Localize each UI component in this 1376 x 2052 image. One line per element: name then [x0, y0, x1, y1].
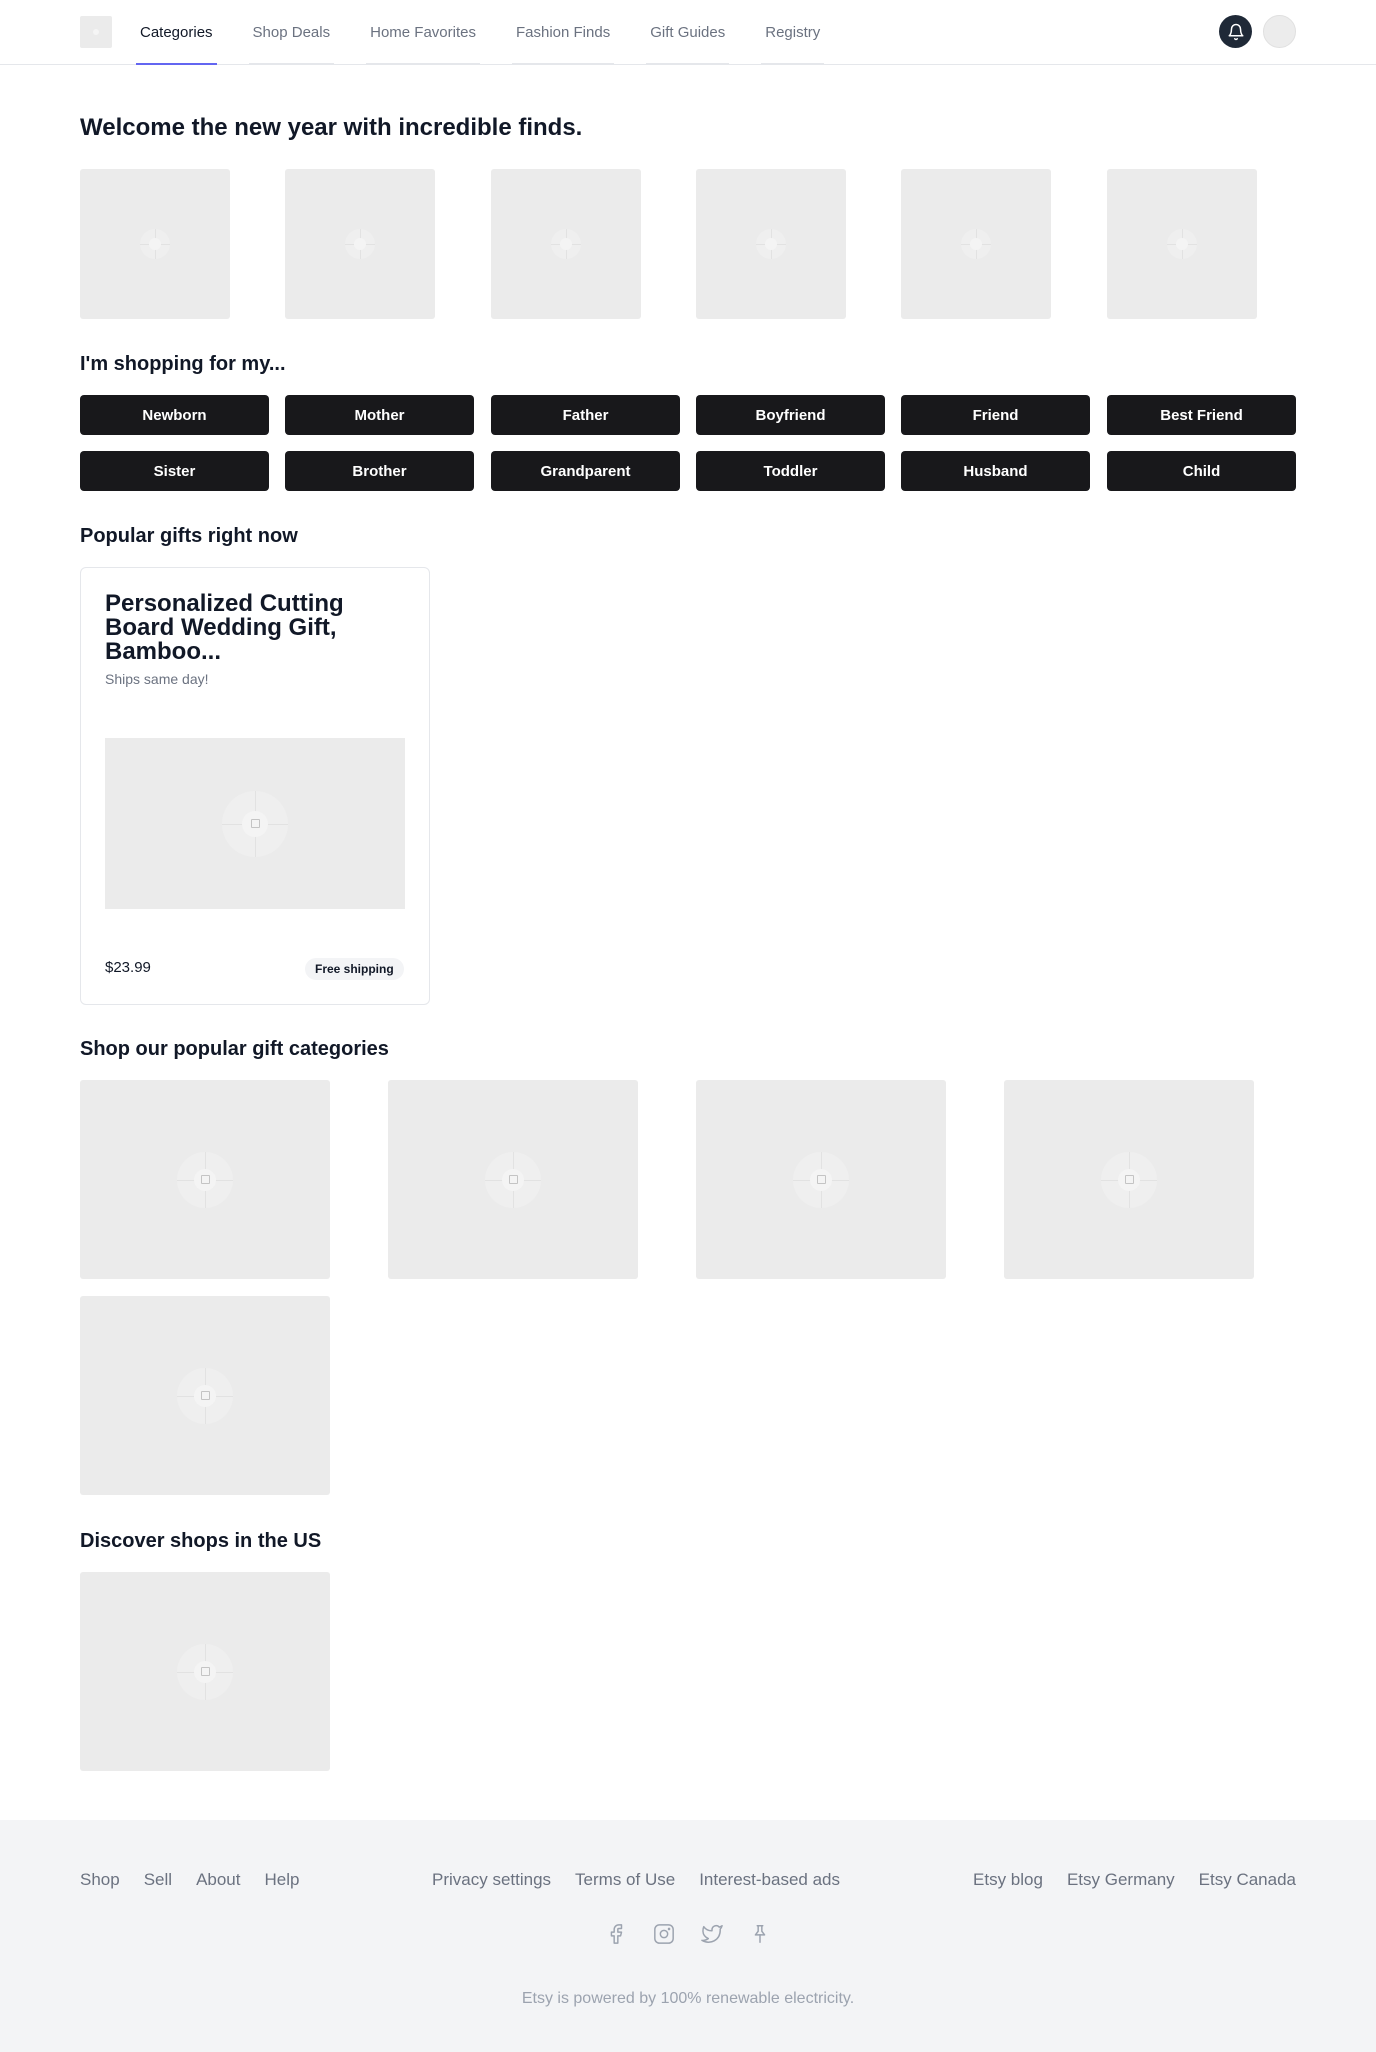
tab-registry[interactable]: Registry: [761, 0, 825, 65]
featured-tile[interactable]: [696, 169, 846, 319]
shopping-for-title: I'm shopping for my...: [80, 353, 286, 375]
gift-category-tile[interactable]: [388, 1080, 638, 1279]
placeholder-center: [194, 1168, 216, 1191]
featured-tile[interactable]: [901, 169, 1051, 319]
recipient-button-husband[interactable]: Husband: [901, 451, 1090, 491]
product-subtitle: Ships same day!: [105, 671, 209, 687]
tab-shop-deals[interactable]: Shop Deals: [248, 0, 335, 65]
footer-links-right: Etsy blog Etsy Germany Etsy Canada: [973, 1870, 1296, 1890]
recipient-button-sister[interactable]: Sister: [80, 451, 269, 491]
gift-categories-title: Shop our popular gift categories: [80, 1038, 389, 1060]
instagram-icon: [654, 1924, 674, 1944]
recipient-button-child[interactable]: Child: [1107, 451, 1296, 491]
image-icon: [200, 1175, 210, 1184]
footer-link-privacy-settings[interactable]: Privacy settings: [432, 1870, 551, 1890]
logo-mark: [93, 29, 99, 35]
image-icon: [200, 1667, 210, 1676]
image-icon: [1124, 1175, 1134, 1184]
placeholder-center: [194, 1660, 216, 1683]
recipient-button-father[interactable]: Father: [491, 395, 680, 435]
recipient-button-brother[interactable]: Brother: [285, 451, 474, 491]
placeholder-center: [242, 810, 268, 837]
placeholder-center: [502, 1168, 524, 1191]
image-icon: [508, 1175, 518, 1184]
recipient-button-boyfriend[interactable]: Boyfriend: [696, 395, 885, 435]
image-icon: [816, 1175, 826, 1184]
footer-link-terms-of-use[interactable]: Terms of Use: [575, 1870, 675, 1890]
footer: Shop Sell About Help Privacy settings Te…: [0, 1820, 1376, 2052]
footer-links-left: Shop Sell About Help: [80, 1870, 299, 1890]
footer-link-about[interactable]: About: [196, 1870, 240, 1890]
footer-link-sell[interactable]: Sell: [144, 1870, 172, 1890]
footer-link-etsy-germany[interactable]: Etsy Germany: [1067, 1870, 1175, 1890]
featured-tile[interactable]: [285, 169, 435, 319]
hero-title: Welcome the new year with incredible fin…: [80, 114, 583, 141]
gift-category-tile[interactable]: [80, 1080, 330, 1279]
facebook-icon: [610, 1924, 623, 1944]
social-links: [604, 1922, 796, 1946]
twitter-icon: [701, 1924, 723, 1943]
bell-icon: [1228, 23, 1243, 40]
twitter-link[interactable]: [700, 1922, 724, 1946]
tab-gift-guides[interactable]: Gift Guides: [646, 0, 730, 65]
recipient-button-best-friend[interactable]: Best Friend: [1107, 395, 1296, 435]
recipient-button-mother[interactable]: Mother: [285, 395, 474, 435]
placeholder-center: [354, 238, 366, 250]
recipient-button-newborn[interactable]: Newborn: [80, 395, 269, 435]
discover-shops-title: Discover shops in the US: [80, 1530, 322, 1552]
footer-tagline: Etsy is powered by 100% renewable electr…: [521, 1990, 855, 2007]
product-image[interactable]: [105, 738, 405, 909]
gift-category-tile[interactable]: [80, 1296, 330, 1495]
gift-category-tile[interactable]: [1004, 1080, 1254, 1279]
product-card[interactable]: Personalized Cutting Board Wedding Gift,…: [80, 567, 430, 1005]
shop-tile[interactable]: [80, 1572, 330, 1771]
featured-tile[interactable]: [1107, 169, 1257, 319]
footer-link-shop[interactable]: Shop: [80, 1870, 120, 1890]
logo[interactable]: [80, 16, 112, 48]
product-price: $23.99: [105, 959, 151, 976]
tab-home-favorites[interactable]: Home Favorites: [366, 0, 480, 65]
image-icon: [200, 1391, 210, 1400]
top-navigation-bar: Categories Shop Deals Home Favorites Fas…: [0, 0, 1376, 65]
tab-fashion-finds[interactable]: Fashion Finds: [511, 0, 615, 65]
recipient-button-grandparent[interactable]: Grandparent: [491, 451, 680, 491]
placeholder-center: [194, 1384, 216, 1407]
avatar[interactable]: [1263, 15, 1296, 48]
footer-link-interest-based-ads[interactable]: Interest-based ads: [699, 1870, 840, 1890]
image-icon: [250, 819, 260, 828]
popular-gifts-title: Popular gifts right now: [80, 525, 298, 547]
facebook-link[interactable]: [604, 1922, 628, 1946]
placeholder-center: [1176, 238, 1188, 250]
placeholder-center: [765, 238, 777, 250]
placeholder-center: [810, 1168, 832, 1191]
footer-link-etsy-blog[interactable]: Etsy blog: [973, 1870, 1043, 1890]
placeholder-center: [149, 238, 161, 250]
footer-link-help[interactable]: Help: [265, 1870, 300, 1890]
footer-link-etsy-canada[interactable]: Etsy Canada: [1199, 1870, 1296, 1890]
recipient-button-toddler[interactable]: Toddler: [696, 451, 885, 491]
instagram-link[interactable]: [652, 1922, 676, 1946]
gift-category-tile[interactable]: [696, 1080, 946, 1279]
featured-tile[interactable]: [491, 169, 641, 319]
recipient-button-friend[interactable]: Friend: [901, 395, 1090, 435]
product-title[interactable]: Personalized Cutting Board Wedding Gift,…: [105, 592, 395, 664]
tab-categories[interactable]: Categories: [136, 0, 217, 65]
free-shipping-badge: Free shipping: [305, 958, 404, 980]
featured-tile[interactable]: [80, 169, 230, 319]
footer-links-middle: Privacy settings Terms of Use Interest-b…: [432, 1870, 840, 1890]
notifications-button[interactable]: [1219, 15, 1252, 48]
pinterest-icon: [754, 1925, 766, 1943]
pinterest-link[interactable]: [748, 1922, 772, 1946]
placeholder-center: [970, 238, 982, 250]
placeholder-center: [1118, 1168, 1140, 1191]
category-tabs: Categories Shop Deals Home Favorites Fas…: [136, 0, 856, 65]
placeholder-center: [560, 238, 572, 250]
